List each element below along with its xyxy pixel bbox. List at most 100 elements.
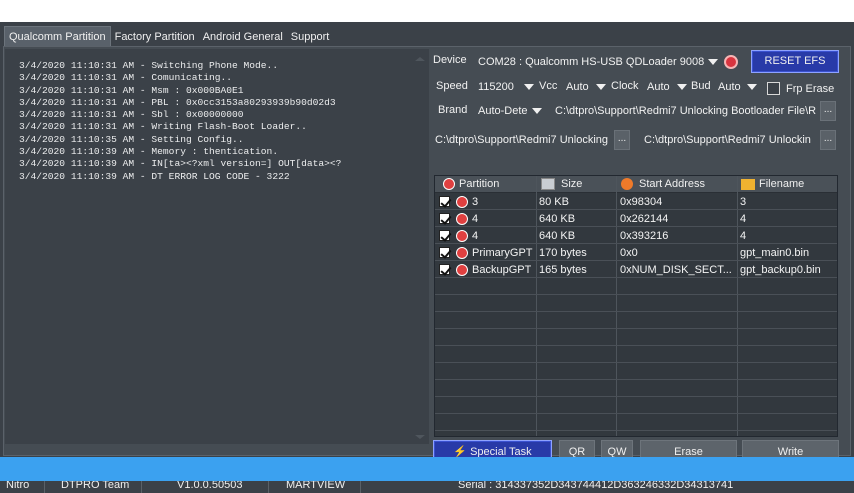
brand-path-field[interactable]: C:\dtpro\Support\Redmi7 Unlocking Bootlo…	[551, 101, 819, 121]
cell-partition: 3	[472, 196, 479, 208]
cell-size: 80 KB	[539, 196, 569, 208]
vcc-label: Vcc	[539, 80, 558, 92]
refresh-icon[interactable]	[724, 55, 738, 69]
bud-select[interactable]: Auto	[714, 77, 746, 97]
table-row-empty	[435, 279, 837, 295]
footer-team: DTPRO Team	[61, 481, 130, 491]
table-row-empty	[435, 381, 837, 397]
cell-size: 640 KB	[539, 213, 576, 225]
table-row[interactable]: 4 640 KB 0x393216 4	[435, 228, 837, 244]
row-checkbox[interactable]	[439, 264, 450, 275]
cell-partition: BackupGPT	[472, 264, 532, 276]
brand-label: Brand	[438, 104, 468, 116]
tab-bar: Qualcomm Partition Factory Partition And…	[4, 26, 334, 46]
column-divider	[837, 176, 838, 437]
path-field-2[interactable]: C:\dtpro\Support\Redmi7 Unlockin	[640, 130, 818, 150]
main-window: Qualcomm Partition Factory Partition And…	[0, 22, 854, 493]
row-checkbox[interactable]	[439, 196, 450, 207]
chevron-down-icon[interactable]	[747, 84, 757, 90]
cell-size: 165 bytes	[539, 264, 587, 276]
partition-icon	[456, 230, 468, 242]
partition-icon	[456, 264, 468, 276]
partition-icon	[456, 247, 468, 259]
header-filename[interactable]: Filename	[759, 176, 804, 193]
bud-label: Bud	[691, 80, 711, 92]
path-2-browse-button[interactable]: ...	[820, 130, 836, 150]
brand-path-browse-button[interactable]: ...	[820, 101, 836, 121]
brand-select[interactable]: Auto-Dete	[474, 101, 532, 121]
partition-icon	[456, 213, 468, 225]
footer-separator	[268, 481, 269, 493]
cell-size: 170 bytes	[539, 247, 587, 259]
cell-partition: 4	[472, 213, 479, 225]
table-row[interactable]: 4 640 KB 0x262144 4	[435, 211, 837, 227]
path-1-browse-button[interactable]: ...	[614, 130, 630, 150]
row-checkbox[interactable]	[439, 247, 450, 258]
log-lines: 3/4/2020 11:10:31 AM - Switching Phone M…	[19, 60, 409, 183]
speed-label: Speed	[436, 80, 468, 92]
table-row-empty	[435, 347, 837, 363]
header-partition[interactable]: Partition	[459, 176, 499, 193]
cell-start-address: 0xNUM_DISK_SECT...	[620, 264, 732, 276]
scroll-up-icon[interactable]	[415, 57, 425, 61]
footer-separator	[141, 481, 142, 493]
scroll-down-icon[interactable]	[415, 435, 425, 439]
status-bar: Nitro DTPRO Team V1.0.0.50503 MARTVIEW S…	[0, 481, 854, 493]
chevron-down-icon[interactable]	[596, 84, 606, 90]
vcc-select[interactable]: Auto	[562, 77, 594, 97]
qualcomm-panel: 3/4/2020 11:10:31 AM - Switching Phone M…	[3, 46, 851, 465]
table-row-empty	[435, 364, 837, 380]
cell-filename: 3	[740, 196, 747, 208]
tab-android-general[interactable]: Android General	[199, 28, 287, 46]
device-select[interactable]: COM28 : Qualcomm HS-USB QDLoader 9008 (	[474, 52, 706, 72]
table-header: Partition Size Start Address Filename	[435, 176, 837, 193]
size-icon	[541, 178, 555, 190]
row-checkbox[interactable]	[439, 213, 450, 224]
log-line: 3/4/2020 11:10:31 AM - Sbl : 0x00000000	[19, 109, 244, 121]
chevron-down-icon[interactable]	[677, 84, 687, 90]
table-row[interactable]: BackupGPT 165 bytes 0xNUM_DISK_SECT... g…	[435, 262, 837, 278]
partition-icon	[443, 178, 455, 190]
clock-select[interactable]: Auto	[643, 77, 675, 97]
chevron-down-icon[interactable]	[524, 84, 534, 90]
table-row-empty	[435, 330, 837, 346]
table-row-empty	[435, 415, 837, 431]
table-row[interactable]: 3 80 KB 0x98304 3	[435, 194, 837, 210]
log-line: 3/4/2020 11:10:39 AM - DT ERROR LOG CODE…	[19, 170, 290, 182]
log-line: 3/4/2020 11:10:31 AM - Switching Phone M…	[19, 60, 279, 71]
cell-filename: 4	[740, 213, 747, 225]
log-line: 3/4/2020 11:10:39 AM - IN[ta><?xml versi…	[19, 158, 342, 170]
log-line: 3/4/2020 11:10:39 AM - Memory : thentica…	[19, 146, 279, 158]
table-row[interactable]: PrimaryGPT 170 bytes 0x0 gpt_main0.bin	[435, 245, 837, 261]
tab-qualcomm-partition[interactable]: Qualcomm Partition	[4, 26, 111, 46]
row-checkbox[interactable]	[439, 230, 450, 241]
clock-label: Clock	[611, 80, 639, 92]
log-area[interactable]: 3/4/2020 11:10:31 AM - Switching Phone M…	[5, 49, 429, 444]
footer-separator	[360, 481, 361, 493]
log-vertical-scrollbar[interactable]	[411, 51, 427, 444]
cell-partition: PrimaryGPT	[472, 247, 533, 259]
log-line: 3/4/2020 11:10:31 AM - Msm : 0x000BA0E1	[19, 84, 244, 96]
progress-bar	[0, 457, 854, 481]
log-line: 3/4/2020 11:10:35 AM - Setting Config..	[19, 133, 244, 145]
cell-start-address: 0x262144	[620, 213, 669, 225]
footer-separator	[44, 481, 45, 493]
header-start-address[interactable]: Start Address	[639, 176, 705, 193]
tab-factory-partition[interactable]: Factory Partition	[111, 28, 199, 46]
speed-select[interactable]: 115200	[474, 77, 522, 97]
cell-filename: gpt_main0.bin	[740, 247, 810, 259]
table-row-empty	[435, 313, 837, 329]
log-line: 3/4/2020 11:10:31 AM - Comunicating..	[19, 72, 233, 84]
chevron-down-icon[interactable]	[532, 108, 542, 114]
frp-erase-checkbox[interactable]	[767, 82, 780, 95]
partition-table[interactable]: Partition Size Start Address Filename 3 …	[434, 175, 838, 437]
reset-efs-button[interactable]: RESET EFS	[751, 50, 839, 73]
footer-app: Nitro	[6, 481, 30, 491]
cell-start-address: 0x0	[620, 247, 638, 259]
footer-serial: Serial : 314337352D343744412D363246332D3…	[458, 481, 734, 491]
footer-version: V1.0.0.50503	[177, 481, 243, 491]
tab-support[interactable]: Support	[287, 28, 334, 46]
chevron-down-icon[interactable]	[708, 59, 718, 65]
header-size[interactable]: Size	[561, 176, 582, 193]
path-field-1[interactable]: C:\dtpro\Support\Redmi7 Unlocking	[432, 130, 612, 150]
